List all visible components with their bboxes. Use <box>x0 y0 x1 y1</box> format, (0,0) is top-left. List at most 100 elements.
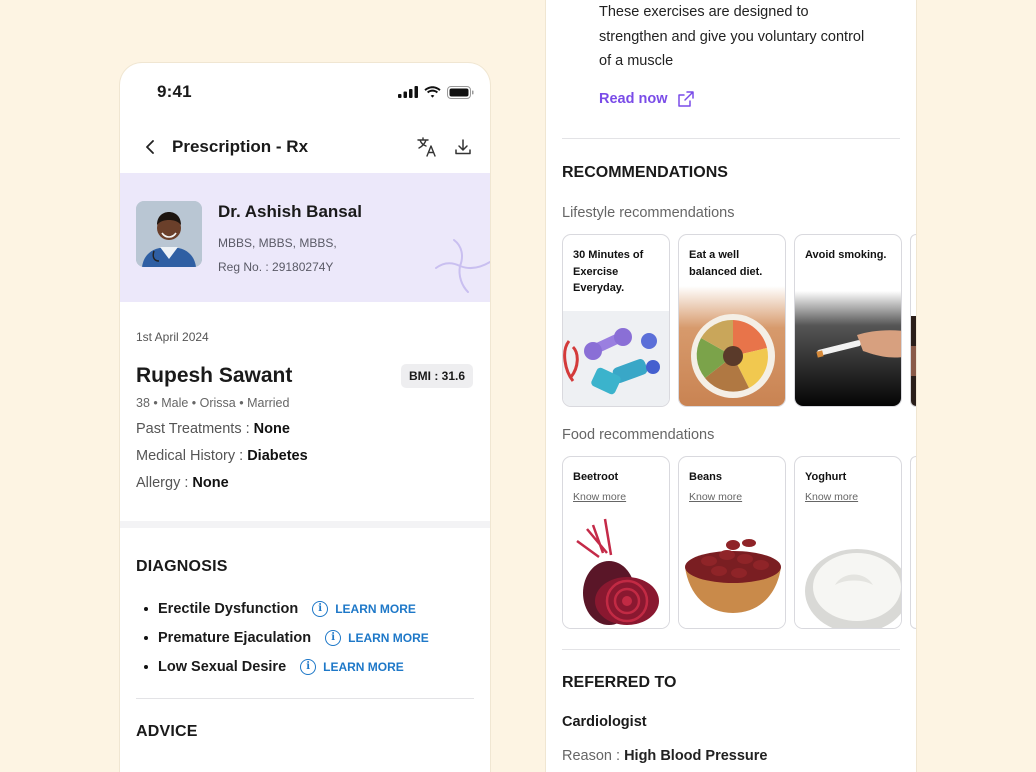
exercise-description: These exercises are designed to strength… <box>599 4 865 69</box>
bmi-badge: BMI : 31.6 <box>400 364 473 388</box>
past-treatments: Past Treatments : None <box>136 421 474 437</box>
learn-more-link[interactable]: i LEARN MORE <box>312 600 416 617</box>
referred-specialist: Cardiologist <box>562 714 647 730</box>
bullet <box>144 606 148 611</box>
doctor-info: Dr. Ashish Bansal MBBS, MBBS, MBBS, Reg … <box>218 201 362 302</box>
bullet <box>144 664 148 669</box>
read-now-label: Read now <box>599 91 668 107</box>
reason-label: Reason : <box>562 748 625 764</box>
patient-meta: 38 • Male • Orissa • Married <box>136 396 290 410</box>
food-card-yoghurt[interactable]: Yoghurt Know more <box>794 456 902 629</box>
food-carousel: Beetroot Know more Beans Know more Yoghu… <box>562 456 916 629</box>
lifestyle-carousel: 30 Minutes of Exercise Everyday. Eat a w… <box>562 234 916 407</box>
translate-icon <box>417 137 436 157</box>
food-card-beans[interactable]: Beans Know more <box>678 456 786 629</box>
beans-bowl-image <box>679 513 785 628</box>
prescription-screen: 9:41 Prescription - Rx Dr. Ashish Bansal… <box>120 63 490 772</box>
yoghurt-bowl-image <box>795 513 901 628</box>
download-icon <box>455 139 471 155</box>
diagnosis-section: DIAGNOSIS Erectile Dysfunction i LEARN MO… <box>120 528 490 741</box>
doctor-name: Dr. Ashish Bansal <box>218 202 362 221</box>
referred-title: REFERRED TO <box>562 674 677 691</box>
diagnosis-item: Premature Ejaculation i LEARN MORE <box>136 623 474 652</box>
know-more-link[interactable]: Know more <box>805 491 858 503</box>
card-label: Beans <box>689 471 723 483</box>
food-title: Food recommendations <box>562 427 715 443</box>
diagnosis-label: Premature Ejaculation <box>158 629 312 646</box>
detail-label: Medical History : <box>136 448 248 464</box>
detail-label: Past Treatments : <box>136 421 254 437</box>
divider <box>562 649 900 650</box>
referred-reason: Reason : High Blood Pressure <box>562 748 768 764</box>
status-time: 9:41 <box>157 82 192 101</box>
doctor-avatar <box>136 201 202 267</box>
diagnosis-label: Erectile Dysfunction <box>158 600 299 617</box>
food-card-beetroot[interactable]: Beetroot Know more <box>562 456 670 629</box>
patient-section: 1st April 2024 Rupesh Sawant BMI : 31.6 … <box>120 302 490 491</box>
know-more-link[interactable]: Know more <box>689 491 742 503</box>
beetroot-image <box>563 513 669 628</box>
download-button[interactable] <box>452 136 474 158</box>
advice-title: ADVICE <box>136 723 198 740</box>
allergy: Allergy : None <box>136 475 474 491</box>
learn-more-label: LEARN MORE <box>348 630 429 645</box>
status-icons <box>398 85 474 99</box>
medical-history: Medical History : Diabetes <box>136 448 474 464</box>
cigarette-hand-image <box>795 291 901 406</box>
back-button[interactable] <box>140 137 160 157</box>
divider <box>136 698 474 699</box>
bullet <box>144 635 148 640</box>
nav-bar: Prescription - Rx <box>120 121 490 173</box>
reason-value: High Blood Pressure <box>624 748 768 764</box>
card-label: 30 Minutes of Exercise Everyday. <box>573 249 644 294</box>
diagnosis-item: Low Sexual Desire i LEARN MORE <box>136 652 474 681</box>
page-title: Prescription - Rx <box>172 137 309 156</box>
card-label: Beetroot <box>573 471 619 483</box>
nav-actions <box>416 136 474 158</box>
chevron-left-icon <box>146 140 154 154</box>
detail-value: None <box>253 421 290 437</box>
cellular-signal-icon <box>398 86 418 98</box>
know-more-link[interactable]: Know more <box>573 491 626 503</box>
lifestyle-card-diet[interactable]: Eat a well balanced diet. <box>678 234 786 407</box>
card-label: Avoid smoking. <box>805 249 887 261</box>
prescription-date: 1st April 2024 <box>136 330 209 344</box>
diagnosis-label: Low Sexual Desire <box>158 658 287 675</box>
dumbbells-image <box>563 311 669 406</box>
molecule-decoration-icon <box>435 239 490 293</box>
diagnosis-title: DIAGNOSIS <box>136 558 228 575</box>
divider <box>562 138 900 139</box>
balanced-diet-plate-image <box>679 286 785 406</box>
battery-icon <box>447 85 474 99</box>
doctor-degrees: MBBS, MBBS, MBBS, <box>218 236 337 250</box>
external-link-icon <box>678 91 695 107</box>
detail-label: Allergy : <box>136 475 193 491</box>
learn-more-label: LEARN MORE <box>335 601 416 616</box>
lifestyle-card-smoking[interactable]: Avoid smoking. <box>794 234 902 407</box>
status-bar: 9:41 <box>120 63 490 121</box>
lifestyle-card-partial[interactable] <box>910 234 916 407</box>
lifestyle-title: Lifestyle recommendations <box>562 205 735 221</box>
doctor-reg-no: Reg No. : 29180274Y <box>218 260 334 274</box>
card-label: Yoghurt <box>805 471 847 483</box>
info-icon: i <box>325 629 342 646</box>
recommendations-screen: These exercises are designed to strength… <box>546 0 916 772</box>
translate-button[interactable] <box>416 136 438 158</box>
learn-more-label: LEARN MORE <box>323 659 404 674</box>
learn-more-link[interactable]: i LEARN MORE <box>325 629 429 646</box>
info-icon: i <box>300 658 317 675</box>
section-separator <box>120 521 490 528</box>
wifi-icon <box>424 86 441 98</box>
read-now-link[interactable]: Read now <box>599 90 695 108</box>
card-label: Eat a well balanced diet. <box>689 249 763 278</box>
food-card-partial[interactable] <box>910 456 916 629</box>
detail-value: Diabetes <box>247 448 308 464</box>
doctor-card: Dr. Ashish Bansal MBBS, MBBS, MBBS, Reg … <box>120 173 490 302</box>
detail-value: None <box>192 475 229 491</box>
lifestyle-card-exercise[interactable]: 30 Minutes of Exercise Everyday. <box>562 234 670 407</box>
diagnosis-item: Erectile Dysfunction i LEARN MORE <box>136 594 474 623</box>
recommendations-title: RECOMMENDATIONS <box>562 164 728 181</box>
learn-more-link[interactable]: i LEARN MORE <box>300 658 404 675</box>
info-icon: i <box>312 600 329 617</box>
diagnosis-list: Erectile Dysfunction i LEARN MORE Prematu… <box>136 594 474 681</box>
